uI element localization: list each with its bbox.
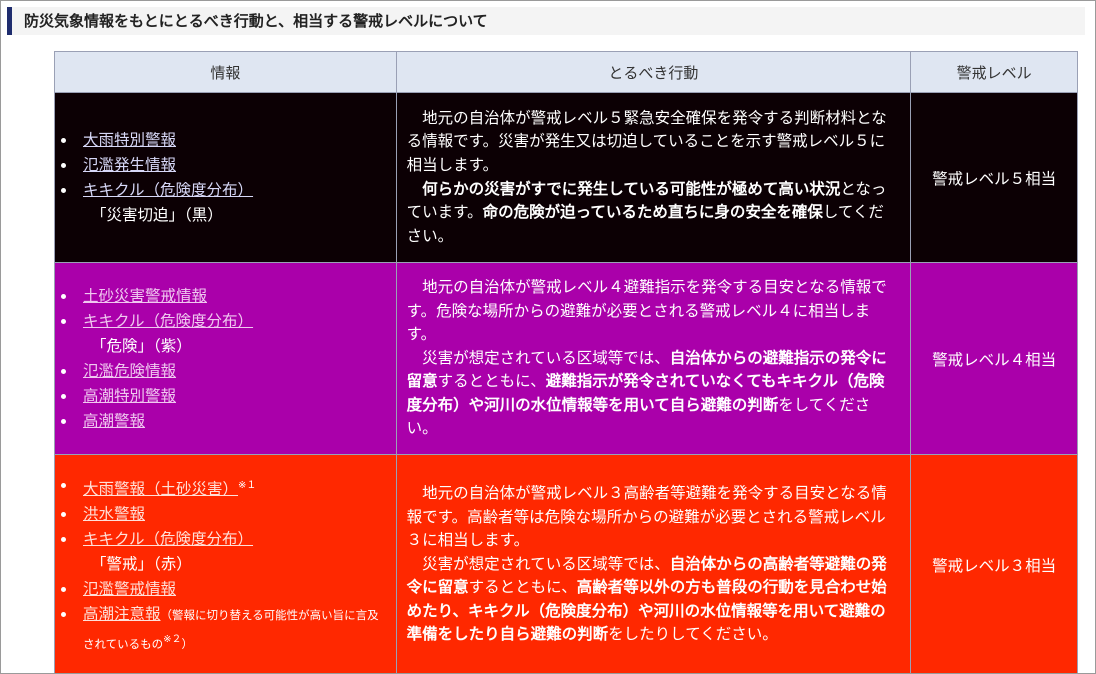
link-storm-surge-emergency-warning[interactable]: 高潮特別警報 — [83, 387, 176, 405]
column-header-action: とるべき行動 — [395, 51, 912, 93]
table-row-level5: 大雨特別警報 氾濫発生情報 キキクル（危険度分布） 「災害切迫」（黒） 地元の自… — [54, 92, 1078, 263]
link-kikikuru-map[interactable]: キキクル（危険度分布） — [83, 181, 253, 199]
link-flood-warning[interactable]: 洪水警報 — [83, 505, 145, 523]
table-row-level4: 土砂災害警戒情報 キキクル（危険度分布） 「危険」（紫） 氾濫危険情報 高潮特別… — [54, 262, 1078, 455]
level-cell-level5: 警戒レベル５相当 — [910, 92, 1078, 263]
kikikuru-note: 「災害切迫」（黒） — [91, 205, 223, 224]
list-item: 高潮注意報（警報に切り替える可能性が高い旨に言及されているもの※２） — [61, 602, 388, 656]
action-cell-level3: 地元の自治体が警戒レベル３高齢者等避難を発令する目安となる情報です。高齢者等は危… — [395, 454, 912, 673]
page-frame: 防災気象情報をもとにとるべき行動と、相当する警戒レベルについて 情報 とるべき行… — [0, 0, 1096, 674]
text: 災害が想定されている区域等では、 — [422, 554, 670, 573]
info-cell-level5: 大雨特別警報 氾濫発生情報 キキクル（危険度分布） 「災害切迫」（黒） — [54, 92, 397, 263]
action-paragraph: 地元の自治体が警戒レベル５緊急安全確保を発令する判断材料となる情報です。災害が発… — [406, 108, 887, 174]
advisory-note-end: ） — [181, 637, 194, 652]
warning-level-table: 情報 とるべき行動 警戒レベル 大雨特別警報 氾濫発生情報 キキクル（危険度分布… — [54, 51, 1078, 673]
list-item: 大雨警報（土砂災害）※１ — [61, 473, 388, 502]
list-item: 高潮警報 — [61, 409, 388, 434]
link-kikikuru-map[interactable]: キキクル（危険度分布） — [83, 312, 253, 330]
list-item: 大雨特別警報 — [61, 128, 388, 153]
action-paragraph: 災害が想定されている区域等では、自治体からの避難指示の発令に留意するとともに、避… — [407, 347, 897, 441]
kikikuru-note: 「警戒」（赤） — [91, 555, 192, 573]
action-paragraph: 何らかの災害がすでに発生している可能性が極めて高い状況となっています。命の危険が… — [407, 178, 897, 249]
action-paragraph: 地元の自治体が警戒レベル３高齢者等避難を発令する目安となる情報です。高齢者等は危… — [406, 483, 887, 550]
info-cell-level3: 大雨警報（土砂災害）※１ 洪水警報 キキクル（危険度分布） 「警戒」（赤） 氾濫… — [54, 454, 397, 673]
list-item: キキクル（危険度分布） — [61, 178, 388, 203]
kikikuru-note: 「危険」（紫） — [91, 336, 192, 355]
level-cell-level4: 警戒レベル４相当 — [910, 262, 1078, 455]
list-item-note: 「警戒」（赤） — [83, 552, 388, 577]
section-heading: 防災気象情報をもとにとるべき行動と、相当する警戒レベルについて — [7, 7, 1085, 35]
action-paragraph: 災害が想定されている区域等では、自治体からの高齢者等避難の発令に留意するとともに… — [407, 553, 897, 647]
link-storm-surge-warning[interactable]: 高潮警報 — [83, 412, 145, 430]
link-heavy-rain-emergency-warning[interactable]: 大雨特別警報 — [83, 131, 176, 149]
text: するとともに、 — [468, 578, 577, 597]
link-heavy-rain-warning-sediment[interactable]: 大雨警報（土砂災害） — [83, 480, 238, 498]
link-flood-danger-info[interactable]: 氾濫危険情報 — [83, 362, 176, 380]
text: 災害が想定されている区域等では、 — [422, 348, 670, 367]
action-cell-level5: 地元の自治体が警戒レベル５緊急安全確保を発令する判断材料となる情報です。災害が発… — [395, 92, 912, 263]
column-header-level: 警戒レベル — [910, 51, 1078, 93]
info-list: 大雨特別警報 氾濫発生情報 キキクル（危険度分布） 「災害切迫」（黒） — [61, 128, 388, 228]
link-sediment-disaster-warning-info[interactable]: 土砂災害警戒情報 — [83, 287, 207, 305]
action-cell-level4: 地元の自治体が警戒レベル４避難指示を発令する目安となる情報です。危険な場所からの… — [395, 262, 912, 455]
list-item: キキクル（危険度分布） — [61, 309, 388, 334]
link-flood-occurrence-info[interactable]: 氾濫発生情報 — [83, 156, 176, 174]
table-row-level3: 大雨警報（土砂災害）※１ 洪水警報 キキクル（危険度分布） 「警戒」（赤） 氾濫… — [54, 454, 1078, 673]
link-flood-caution-info[interactable]: 氾濫警戒情報 — [83, 580, 176, 598]
column-header-info: 情報 — [54, 51, 397, 93]
action-paragraph: 地元の自治体が警戒レベル４避難指示を発令する目安となる情報です。危険な場所からの… — [406, 277, 887, 344]
text: をしたりしてください。 — [608, 625, 778, 644]
emphasis: 命の危険が迫っているため直ちに身の安全を確保 — [482, 203, 823, 222]
info-list: 土砂災害警戒情報 キキクル（危険度分布） 「危険」（紫） 氾濫危険情報 高潮特別… — [61, 284, 388, 434]
footnote-mark: ※１ — [238, 479, 257, 491]
text: するとともに、 — [437, 372, 546, 391]
list-item-note: 「危険」（紫） — [83, 334, 388, 359]
info-list: 大雨警報（土砂災害）※１ 洪水警報 キキクル（危険度分布） 「警戒」（赤） 氾濫… — [61, 473, 388, 656]
link-kikikuru-map[interactable]: キキクル（危険度分布） — [83, 530, 253, 548]
list-item: 氾濫危険情報 — [61, 359, 388, 384]
table-header-row: 情報 とるべき行動 警戒レベル — [54, 51, 1078, 93]
level-cell-level3: 警戒レベル３相当 — [910, 454, 1078, 673]
list-item-note: 「災害切迫」（黒） — [83, 203, 388, 228]
emphasis: 何らかの災害がすでに発生している可能性が極めて高い状況 — [422, 179, 841, 198]
footnote-mark: ※２ — [163, 634, 182, 645]
list-item: 土砂災害警戒情報 — [61, 284, 388, 309]
list-item: 氾濫警戒情報 — [61, 577, 388, 602]
list-item: 洪水警報 — [61, 502, 388, 527]
list-item: 氾濫発生情報 — [61, 153, 388, 178]
info-cell-level4: 土砂災害警戒情報 キキクル（危険度分布） 「危険」（紫） 氾濫危険情報 高潮特別… — [54, 262, 397, 455]
list-item: キキクル（危険度分布） — [61, 527, 388, 552]
link-storm-surge-advisory[interactable]: 高潮注意報 — [83, 605, 161, 623]
list-item: 高潮特別警報 — [61, 384, 388, 409]
